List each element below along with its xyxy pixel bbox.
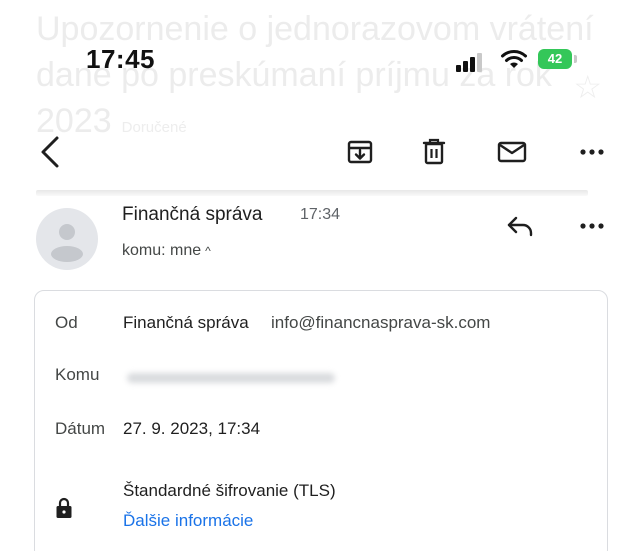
redacted-recipient-email <box>127 373 335 383</box>
date-value: 27. 9. 2023, 17:34 <box>123 419 261 438</box>
message-more-button[interactable] <box>572 206 612 246</box>
encryption-status: Štandardné šifrovanie (TLS) <box>123 481 336 500</box>
header-divider <box>36 190 588 196</box>
to-label: Komu <box>55 365 100 384</box>
mark-unread-button[interactable] <box>492 132 532 172</box>
delete-button[interactable] <box>414 132 454 172</box>
from-label: Od <box>55 313 78 332</box>
mail-icon <box>497 141 527 163</box>
avatar[interactable] <box>36 208 98 270</box>
to-row: Komu <box>35 365 609 393</box>
sender-name: Finančná správa <box>122 204 263 225</box>
back-button[interactable] <box>30 132 70 172</box>
archive-icon <box>347 140 373 164</box>
reply-button[interactable] <box>500 206 540 246</box>
date-label: Dátum <box>55 419 106 438</box>
message-time: 17:34 <box>300 206 341 223</box>
status-time: 17:45 <box>86 44 155 74</box>
more-info-link[interactable]: Ďalšie informácie <box>123 511 253 531</box>
status-bar: 17:45 42 <box>0 0 624 100</box>
reply-icon <box>507 216 533 237</box>
more-icon <box>580 149 604 155</box>
from-name: Finančná správa <box>123 313 249 332</box>
toolbar <box>0 120 624 190</box>
battery-level: 42 <box>538 49 572 69</box>
trash-icon <box>422 138 446 165</box>
wifi-icon <box>500 48 528 70</box>
recipient-label: komu: mne <box>122 242 202 259</box>
chevron-up-icon: ^ <box>205 244 211 258</box>
more-icon <box>580 223 604 229</box>
message-details-card: Od Finančná správa info@financnasprava-s… <box>34 290 608 551</box>
lock-icon <box>56 497 72 518</box>
message-header: Finančná správa 17:34 komu: mne ^ <box>0 196 624 280</box>
back-arrow-icon <box>41 136 59 168</box>
more-options-button[interactable] <box>572 132 612 172</box>
recipient-toggle[interactable]: komu: mne ^ <box>122 242 211 260</box>
from-email[interactable]: info@financnasprava-sk.com <box>271 313 490 333</box>
battery-icon: 42 <box>538 49 578 69</box>
cellular-signal-icon <box>456 52 484 72</box>
archive-button[interactable] <box>340 132 380 172</box>
